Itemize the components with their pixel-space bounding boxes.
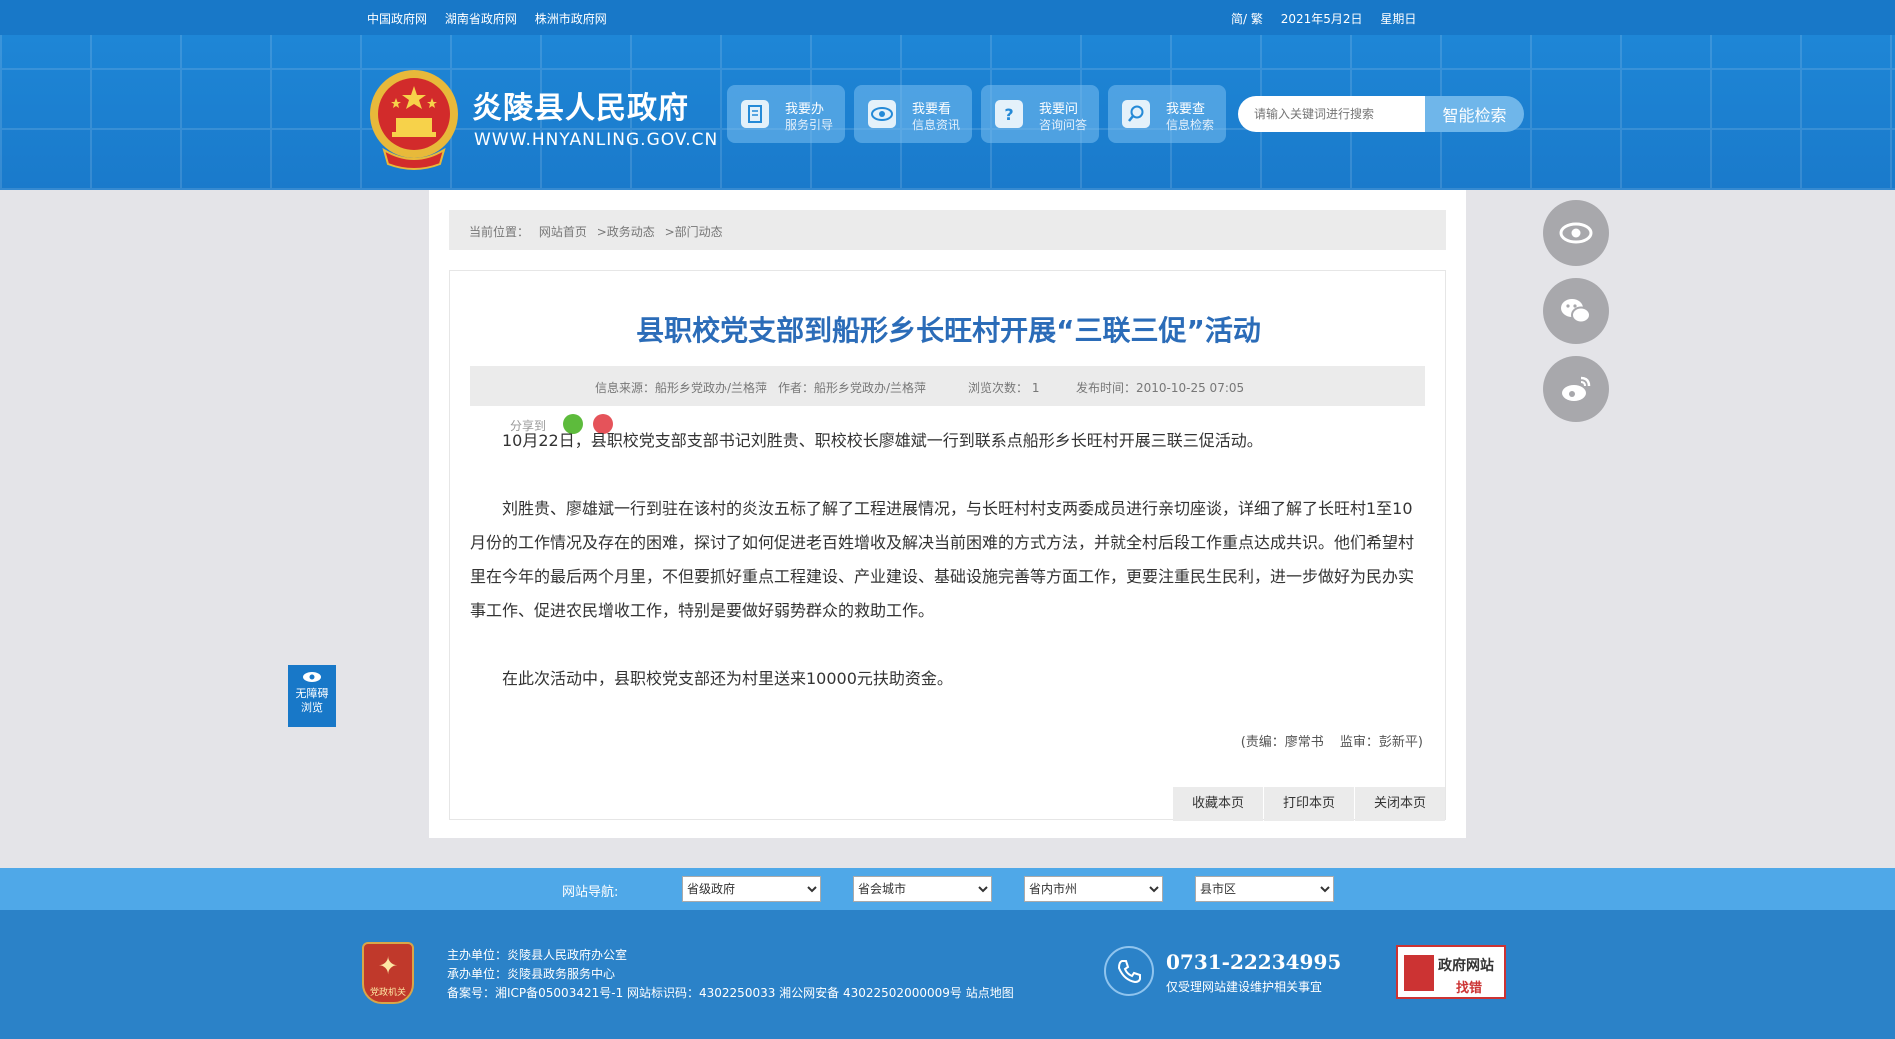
- bookmark-page-button[interactable]: 收藏本页: [1173, 787, 1263, 821]
- article-meta: 信息来源：船形乡党政办/兰格萍 作者：船形乡党政办/兰格萍 浏览次数： 1 发布…: [470, 366, 1425, 406]
- badge-emblem-icon: ✦: [377, 952, 399, 980]
- footer-info: 主办单位：炎陵县人民政府办公室 承办单位：炎陵县政务服务中心 备案号：湘ICP备…: [447, 946, 1014, 1003]
- quick-label: 我要查: [1166, 102, 1206, 117]
- quick-service-guide[interactable]: 我要办 服务引导: [727, 85, 845, 143]
- link-zhuzhou-gov[interactable]: 株洲市政府网: [535, 12, 607, 26]
- meta-source: 信息来源：船形乡党政办/兰格萍: [595, 381, 768, 395]
- party-gov-badge[interactable]: ✦ 党政机关: [362, 942, 414, 1004]
- quick-info-search[interactable]: 我要查 信息检索: [1108, 85, 1226, 143]
- select-capital-cities[interactable]: 省会城市: [853, 876, 992, 902]
- select-prefecture-cities[interactable]: 省内市州: [1024, 876, 1163, 902]
- phone-icon: [1104, 946, 1154, 996]
- badge-label: 党政机关: [369, 988, 406, 998]
- svg-text:?: ?: [1004, 105, 1013, 124]
- site-title[interactable]: 炎陵县人民政府: [472, 83, 689, 127]
- quick-label: 我要看: [912, 102, 952, 117]
- breadcrumb-dept-news[interactable]: >部门动态: [665, 225, 723, 239]
- error-box-sublabel: 找错: [1456, 981, 1483, 996]
- search-input[interactable]: [1238, 96, 1428, 132]
- quick-sublabel: 信息资讯: [912, 118, 961, 132]
- quick-info-news[interactable]: 我要看 信息资讯: [854, 85, 972, 143]
- report-error-button[interactable]: 政府网站 找错: [1396, 945, 1506, 999]
- breadcrumb: 当前位置： 网站首页 >政务动态 >部门动态: [449, 210, 1446, 250]
- top-links: 中国政府网 湖南省政府网 株洲市政府网: [367, 10, 621, 27]
- accessibility-sublabel: 浏览: [301, 701, 323, 714]
- article-paragraph: 10月22日，县职校党支部支部书记刘胜贵、职校校长廖雄斌一行到联系点船形乡长旺村…: [502, 431, 1263, 450]
- site-nav-label: 网站导航:: [562, 885, 619, 900]
- breadcrumb-home[interactable]: 网站首页: [539, 225, 587, 239]
- header: 炎陵县人民政府 WWW.HNYANLING.GOV.CN 我要办 服务引导 我要…: [0, 35, 1895, 190]
- article-paragraph: 在此次活动中，县职校党支部还为村里送来10000元扶助资金。: [502, 669, 953, 688]
- quick-sublabel: 信息检索: [1166, 118, 1215, 132]
- quick-consult-qa[interactable]: ? 我要问 咨询问答: [981, 85, 1099, 143]
- breadcrumb-prefix: 当前位置：: [469, 225, 530, 239]
- top-bar: 中国政府网 湖南省政府网 株洲市政府网 简/ 繁 2021年5月2日 星期日: [0, 0, 1895, 35]
- meta-published: 发布时间：2010-10-25 07:05: [1076, 381, 1245, 395]
- float-eye-button[interactable]: [1543, 200, 1609, 266]
- weibo-icon: [1562, 376, 1591, 401]
- site-navigation-bar: 网站导航: 省级政府 省会城市 省内市州 县市区: [0, 868, 1895, 910]
- main-content: 当前位置： 网站首页 >政务动态 >部门动态 县职校党支部到船形乡长旺村开展“三…: [429, 190, 1466, 838]
- wechat-icon: [1561, 299, 1591, 324]
- close-page-button[interactable]: 关闭本页: [1355, 787, 1445, 821]
- quick-label: 我要问: [1039, 102, 1079, 117]
- error-box-label: 政府网站: [1438, 958, 1494, 974]
- eye-icon: [1559, 222, 1593, 244]
- eye-icon: [303, 672, 321, 682]
- quick-sublabel: 服务引导: [785, 118, 834, 132]
- site-url: WWW.HNYANLING.GOV.CN: [474, 130, 719, 150]
- meta-views: 浏览次数： 1: [968, 381, 1040, 395]
- phone-note: 仅受理网站建设维护相关事宜: [1166, 980, 1323, 994]
- breadcrumb-gov-news[interactable]: >政务动态: [597, 225, 655, 239]
- editor-name: (责编：廖常书: [1240, 735, 1324, 750]
- float-weibo-button[interactable]: [1543, 356, 1609, 422]
- smart-search-button[interactable]: 智能检索: [1425, 96, 1524, 132]
- search-icon: [1122, 100, 1150, 128]
- search-box: 智能检索: [1238, 96, 1524, 132]
- question-icon: ?: [995, 100, 1023, 128]
- date-text: 2021年5月2日: [1280, 12, 1363, 26]
- weekday-text: 星期日: [1380, 12, 1417, 26]
- article-body: 10月22日，县职校党支部支部书记刘胜贵、职校校长廖雄斌一行到联系点船形乡长旺村…: [470, 424, 1425, 730]
- document-icon: [741, 100, 769, 128]
- reviewer-name: 监审：彭新平): [1339, 735, 1423, 750]
- quick-sublabel: 咨询问答: [1039, 118, 1088, 132]
- meta-author: 作者：船形乡党政办/兰格萍: [778, 381, 927, 395]
- icp-line: 备案号：湘ICP备05003421号-1 网站标识码：4302250033 湘公…: [447, 986, 1014, 1000]
- organizer-line: 承办单位：炎陵县政务服务中心: [447, 967, 616, 981]
- footer: ✦ 党政机关 主办单位：炎陵县人民政府办公室 承办单位：炎陵县政务服务中心 备案…: [0, 910, 1895, 1039]
- float-wechat-button[interactable]: [1543, 278, 1609, 344]
- eye-icon: [868, 100, 896, 128]
- article-title: 县职校党支部到船形乡长旺村开展“三联三促”活动: [636, 314, 1261, 347]
- accessibility-label: 无障碍: [295, 687, 329, 700]
- contact-phone: 0731-22234995: [1166, 950, 1342, 974]
- article-actions: 收藏本页 打印本页 关闭本页: [1172, 787, 1445, 821]
- top-right: 简/ 繁 2021年5月2日 星期日: [1231, 10, 1430, 27]
- link-hunan-gov[interactable]: 湖南省政府网: [445, 12, 517, 26]
- national-emblem-icon: [370, 70, 458, 170]
- magnifier-flag-icon: [1404, 955, 1434, 991]
- print-page-button[interactable]: 打印本页: [1264, 787, 1354, 821]
- select-provincial-gov[interactable]: 省级政府: [682, 876, 821, 902]
- quick-label: 我要办: [785, 102, 825, 117]
- editor-info: (责编：廖常书 监审：彭新平): [1229, 731, 1423, 750]
- article: 县职校党支部到船形乡长旺村开展“三联三促”活动 信息来源：船形乡党政办/兰格萍 …: [449, 270, 1446, 821]
- accessibility-button[interactable]: 无障碍 浏览: [288, 665, 336, 727]
- select-counties[interactable]: 县市区: [1195, 876, 1334, 902]
- sponsor-line: 主办单位：炎陵县人民政府办公室: [447, 948, 628, 962]
- article-paragraph: 刘胜贵、廖雄斌一行到驻在该村的炎汝五标了解了工程进展情况，与长旺村村支两委成员进…: [470, 499, 1415, 620]
- lang-switch[interactable]: 简/ 繁: [1231, 12, 1263, 26]
- link-gov-cn[interactable]: 中国政府网: [367, 12, 427, 26]
